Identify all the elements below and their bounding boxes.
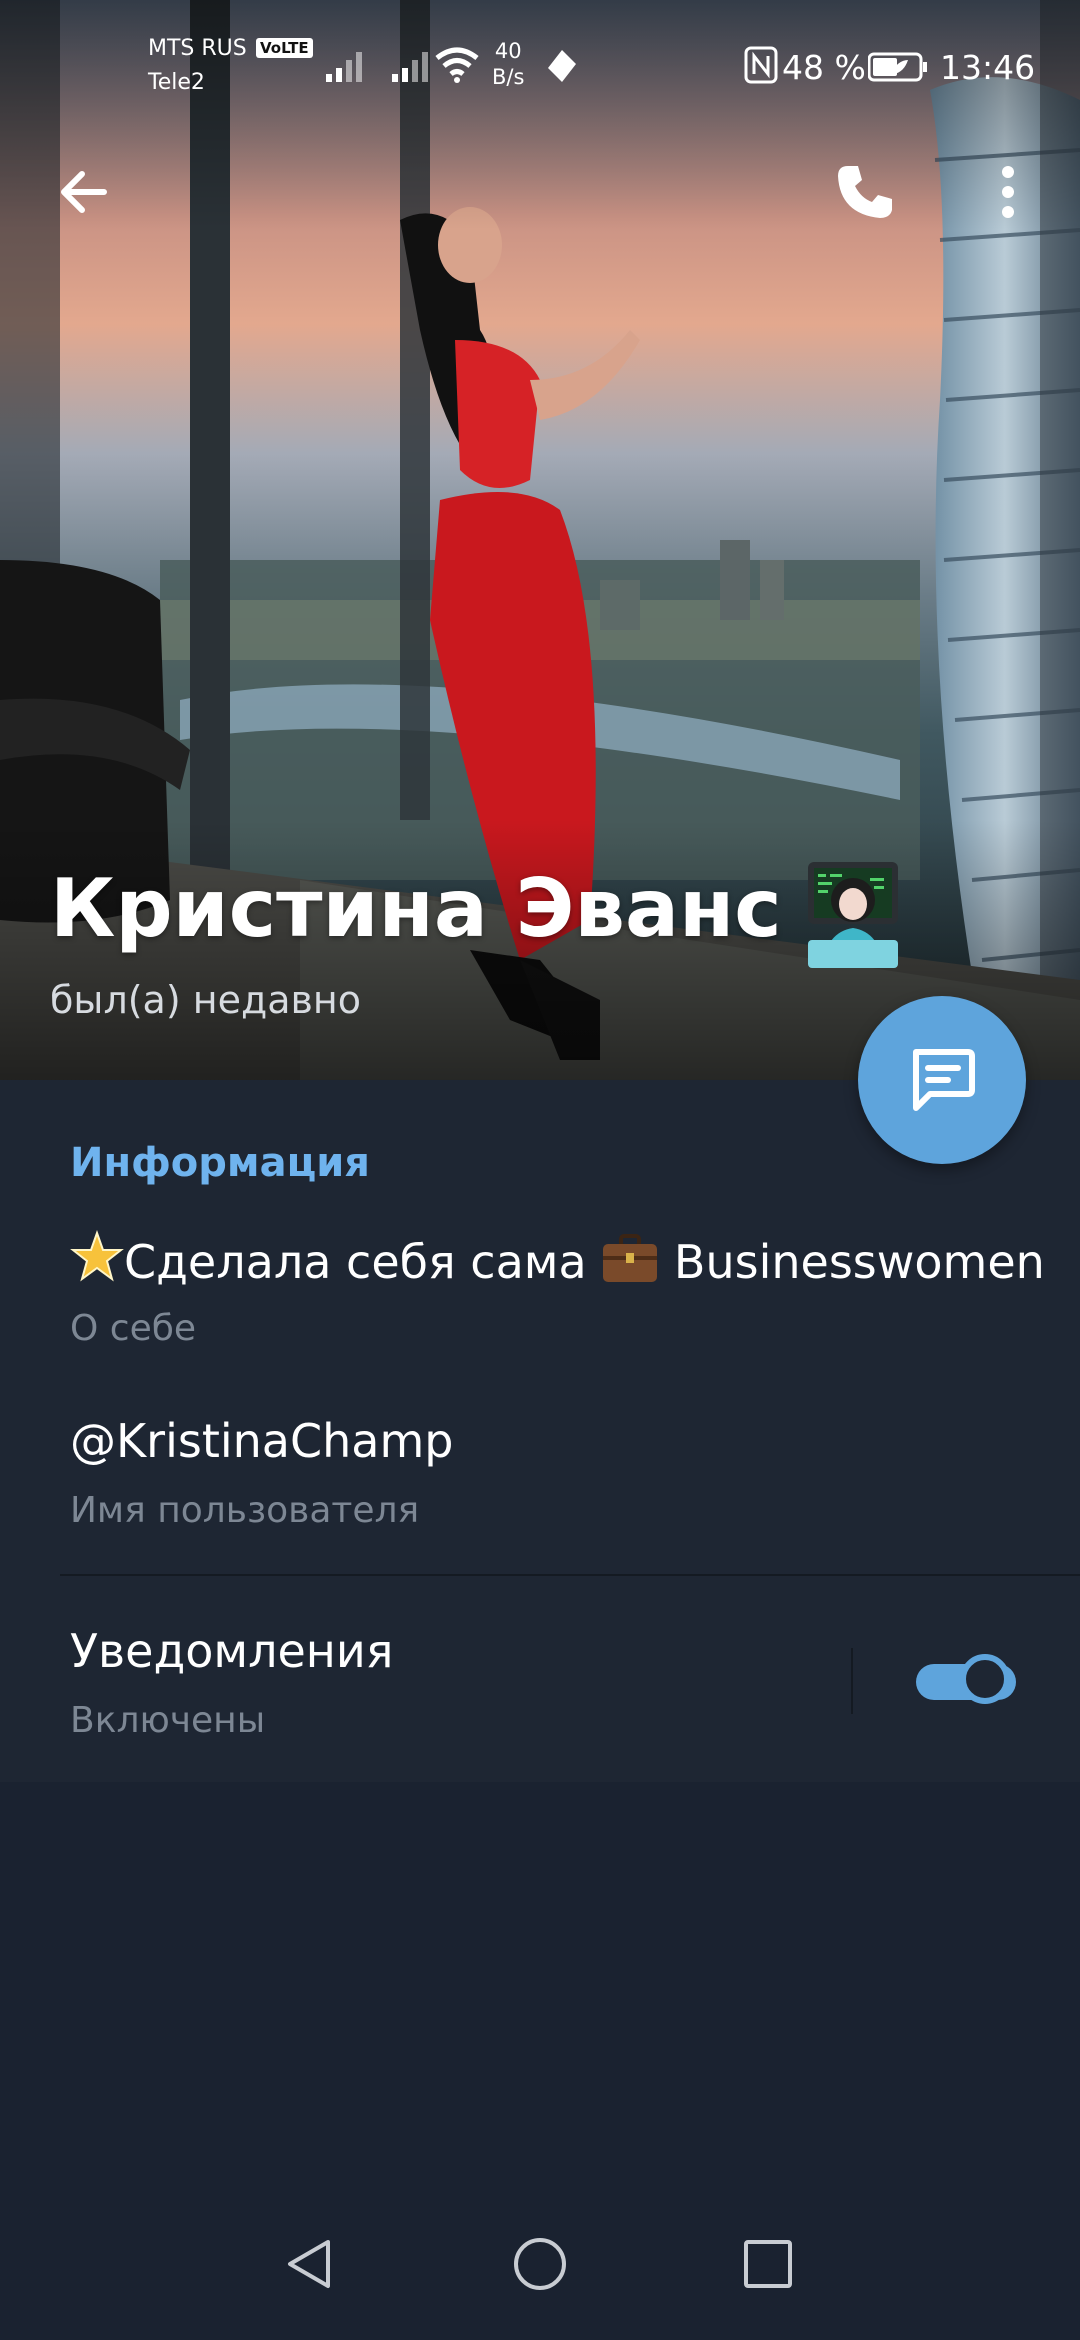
nav-back-button[interactable] (260, 2214, 360, 2314)
section-title-info: Информация (70, 1140, 370, 1186)
nav-home-button[interactable] (490, 2214, 590, 2314)
bio-text: Сделала себя сама (124, 1235, 587, 1289)
toggle-knob (960, 1654, 1010, 1704)
net-speed-value: 40 (494, 39, 522, 63)
info-panel: Информация Сделала себя сама Businesswom… (0, 1080, 1080, 1782)
phone-icon (838, 166, 892, 218)
back-button[interactable] (48, 156, 120, 228)
vertical-separator (851, 1648, 853, 1714)
message-icon (913, 1049, 975, 1111)
carrier-primary: MTS RUS (148, 36, 247, 61)
call-button[interactable] (828, 156, 900, 228)
battery-percent: 48 % (782, 48, 866, 87)
system-nav-bar (0, 2190, 1080, 2340)
volte-badge: VoLTE (256, 38, 313, 58)
technologist-emoji-icon (808, 862, 898, 968)
bio-suffix: Businesswomen (673, 1235, 1045, 1289)
nav-back-icon (288, 2240, 330, 2288)
battery-icon (868, 52, 927, 82)
briefcase-icon (603, 1234, 658, 1282)
signal-icon-sim2 (392, 52, 428, 82)
nav-recents-button[interactable] (718, 2214, 818, 2314)
net-speed: 40 B/s (492, 38, 524, 90)
send-message-button[interactable] (858, 996, 1026, 1164)
notifications-state: Включены (70, 1700, 266, 1741)
bio-row[interactable]: Сделала себя сама Businesswomen (70, 1230, 1045, 1289)
divider (60, 1574, 1080, 1576)
net-speed-unit: B/s (492, 65, 525, 89)
more-vert-icon (1002, 166, 1014, 218)
profile-name: Кристина Эванс (50, 862, 782, 955)
signal-icon (326, 52, 362, 82)
glowing-star-icon (70, 1230, 124, 1282)
data-saver-icon (548, 50, 576, 82)
wifi-icon (435, 47, 479, 83)
nav-home-icon (514, 2238, 566, 2290)
back-arrow-icon (61, 171, 107, 213)
last-seen-status: был(а) недавно (50, 978, 362, 1022)
more-options-button[interactable] (972, 156, 1044, 228)
carrier-secondary: Tele2 (148, 70, 205, 95)
nav-recents-icon (744, 2240, 792, 2288)
notifications-title[interactable]: Уведомления (70, 1624, 393, 1678)
username-value[interactable]: @KristinaChamp (70, 1414, 453, 1468)
nfc-icon (744, 46, 778, 84)
username-label: Имя пользователя (70, 1490, 420, 1531)
notifications-toggle[interactable] (914, 1650, 1018, 1712)
status-bar: MTS RUS VoLTE Tele2 40 B/s 48 % 13:46 (0, 0, 1080, 108)
clock: 13:46 (940, 48, 1036, 87)
bio-label: О себе (70, 1308, 197, 1349)
